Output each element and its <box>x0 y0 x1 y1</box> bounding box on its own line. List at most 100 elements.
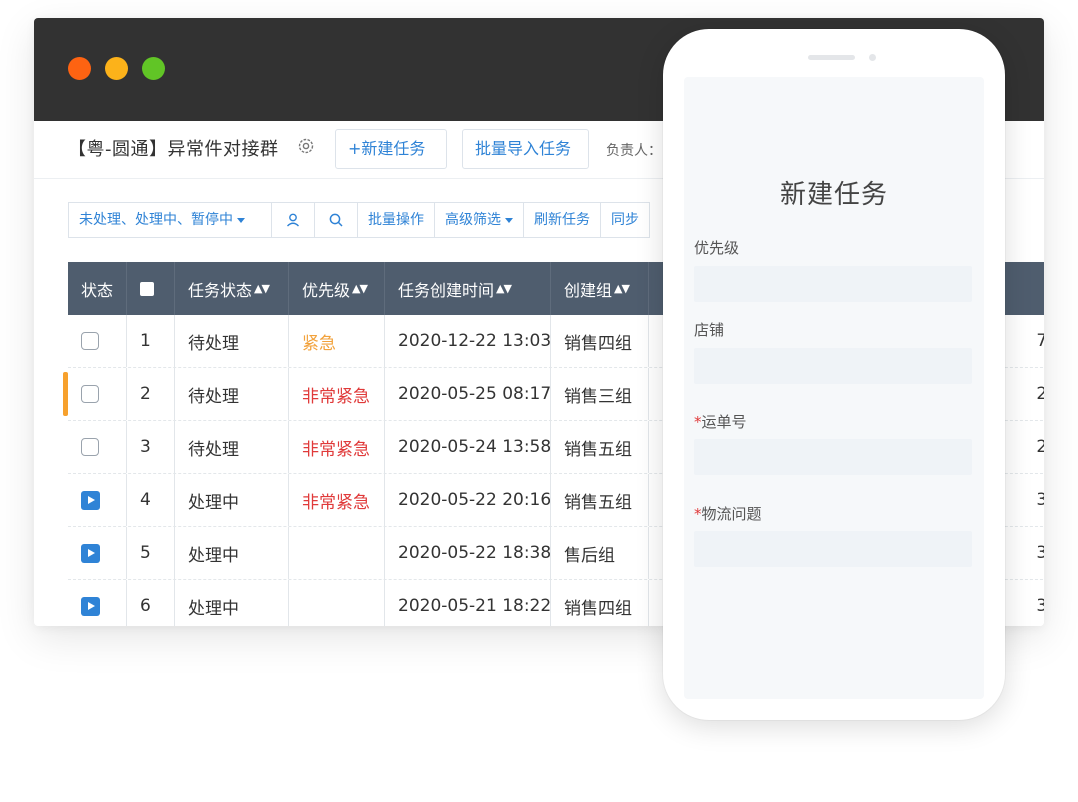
row-index: 6 <box>140 596 151 616</box>
phone-speaker <box>808 55 855 60</box>
created-group: 售后组 <box>564 545 615 566</box>
sort-icon[interactable]: ▲▼ <box>254 282 270 295</box>
row-group-cell: 售后组 <box>551 527 649 579</box>
row-index-cell: 2 <box>127 368 175 420</box>
play-icon[interactable] <box>81 543 100 563</box>
created-group: 销售三组 <box>564 386 632 407</box>
group-title: 【粤-圆通】异常件对接群 <box>68 139 279 160</box>
created-time: 2020-05-21 18:22 <box>398 596 551 616</box>
row-group-cell: 销售五组 <box>551 421 649 473</box>
row-status-cell: 处理中 <box>175 527 289 579</box>
priority-field-label: 优先级 <box>694 237 739 258</box>
col-created-time[interactable]: 任务创建时间 ▲▼ <box>385 262 551 315</box>
row-state-cell <box>68 474 127 526</box>
row-priority-cell: 非常紧急 <box>289 474 385 526</box>
user-filter-button[interactable] <box>271 202 315 238</box>
priority-label: 非常紧急 <box>302 386 370 407</box>
new-task-form-title: 新建任务 <box>779 180 888 210</box>
row-trailing-value: 23 <box>1036 384 1044 404</box>
task-status: 处理中 <box>188 598 239 619</box>
created-group: 销售四组 <box>564 598 632 619</box>
row-status-cell: 处理中 <box>175 474 289 526</box>
row-index-cell: 5 <box>127 527 175 579</box>
task-status: 处理中 <box>188 492 239 513</box>
col-state-label: 状态 <box>81 280 114 300</box>
row-status-cell: 待处理 <box>175 421 289 473</box>
status-filter-label: 未处理、处理中、暂停中 <box>79 212 233 228</box>
filter-bar: 未处理、处理中、暂停中 批量操作 高级筛选 刷新任务 同步 <box>68 202 650 238</box>
select-all-checkbox[interactable] <box>140 281 154 296</box>
advanced-filter-label: 高级筛选 <box>445 212 501 228</box>
created-time: 2020-05-24 13:58 <box>398 437 551 457</box>
col-created-group[interactable]: 创建组 ▲▼ <box>551 262 649 315</box>
sync-button[interactable]: 同步 <box>600 202 650 238</box>
col-created-time-label: 任务创建时间 <box>398 280 495 300</box>
col-select-all[interactable] <box>127 262 175 315</box>
refresh-tasks-button[interactable]: 刷新任务 <box>523 202 601 238</box>
waybill-number-field[interactable] <box>694 439 972 475</box>
phone-screen: 新建任务 优先级 店铺 *运单号 *物流问题 <box>684 77 984 699</box>
maximize-window-button[interactable] <box>142 57 165 80</box>
row-created-cell: 2020-05-22 20:16 <box>385 474 551 526</box>
logistics-issue-label-text: 物流问题 <box>701 505 762 523</box>
shop-label-text: 店铺 <box>694 321 725 339</box>
col-priority[interactable]: 优先级 ▲▼ <box>289 262 385 315</box>
sort-icon[interactable]: ▲▼ <box>496 282 512 295</box>
sort-icon[interactable]: ▲▼ <box>352 282 368 295</box>
row-status-cell: 处理中 <box>175 580 289 626</box>
row-state-cell <box>68 527 127 579</box>
row-index: 1 <box>140 331 151 351</box>
task-status: 待处理 <box>188 386 239 407</box>
logistics-issue-field[interactable] <box>694 531 972 567</box>
row-status-cell: 待处理 <box>175 368 289 420</box>
task-status: 处理中 <box>188 545 239 566</box>
row-trailing-value: 34 <box>1036 490 1044 510</box>
minimize-window-button[interactable] <box>105 57 128 80</box>
advanced-filter-dropdown[interactable]: 高级筛选 <box>434 202 524 238</box>
row-state-cell <box>68 315 127 367</box>
sort-icon[interactable]: ▲▼ <box>614 282 630 295</box>
row-status-cell: 待处理 <box>175 315 289 367</box>
row-created-cell: 2020-05-21 18:22 <box>385 580 551 626</box>
gear-icon[interactable] <box>296 136 316 156</box>
col-task-status[interactable]: 任务状态 ▲▼ <box>175 262 289 315</box>
created-group: 销售五组 <box>564 492 632 513</box>
batch-import-button[interactable]: 批量导入任务 <box>462 129 589 169</box>
row-trailing-value: 78 <box>1036 331 1044 351</box>
shop-field[interactable] <box>694 348 972 384</box>
batch-ops-button[interactable]: 批量操作 <box>357 202 435 238</box>
caret-down-icon <box>505 217 513 223</box>
created-time: 2020-05-25 08:17 <box>398 384 551 404</box>
row-checkbox[interactable] <box>81 385 99 403</box>
priority-label: 非常紧急 <box>302 492 370 513</box>
priority-label-text: 优先级 <box>694 239 740 257</box>
row-created-cell: 2020-05-25 08:17 <box>385 368 551 420</box>
row-created-cell: 2020-05-24 13:58 <box>385 421 551 473</box>
row-group-cell: 销售四组 <box>551 315 649 367</box>
row-priority-cell: 非常紧急 <box>289 368 385 420</box>
created-time: 2020-12-22 13:03 <box>398 331 551 351</box>
row-priority-cell <box>289 527 385 579</box>
status-filter-dropdown[interactable]: 未处理、处理中、暂停中 <box>68 202 272 238</box>
owner-label: 负责人： <box>606 143 662 159</box>
logistics-issue-field-label: *物流问题 <box>694 503 762 524</box>
row-index: 4 <box>140 490 151 510</box>
search-button[interactable] <box>314 202 358 238</box>
row-index: 5 <box>140 543 151 563</box>
close-window-button[interactable] <box>68 57 91 80</box>
row-group-cell: 销售三组 <box>551 368 649 420</box>
row-checkbox[interactable] <box>81 438 99 456</box>
search-icon <box>329 213 343 227</box>
row-state-cell <box>68 421 127 473</box>
row-index: 2 <box>140 384 151 404</box>
priority-field[interactable] <box>694 266 972 302</box>
row-index-cell: 6 <box>127 580 175 626</box>
row-checkbox[interactable] <box>81 332 99 350</box>
row-index-cell: 4 <box>127 474 175 526</box>
created-time: 2020-05-22 20:16 <box>398 490 551 510</box>
new-task-button[interactable]: +新建任务 <box>335 129 447 169</box>
play-icon[interactable] <box>81 490 100 510</box>
row-trailing-value: 34 <box>1036 596 1044 616</box>
play-icon[interactable] <box>81 596 100 616</box>
task-status: 待处理 <box>188 439 239 460</box>
